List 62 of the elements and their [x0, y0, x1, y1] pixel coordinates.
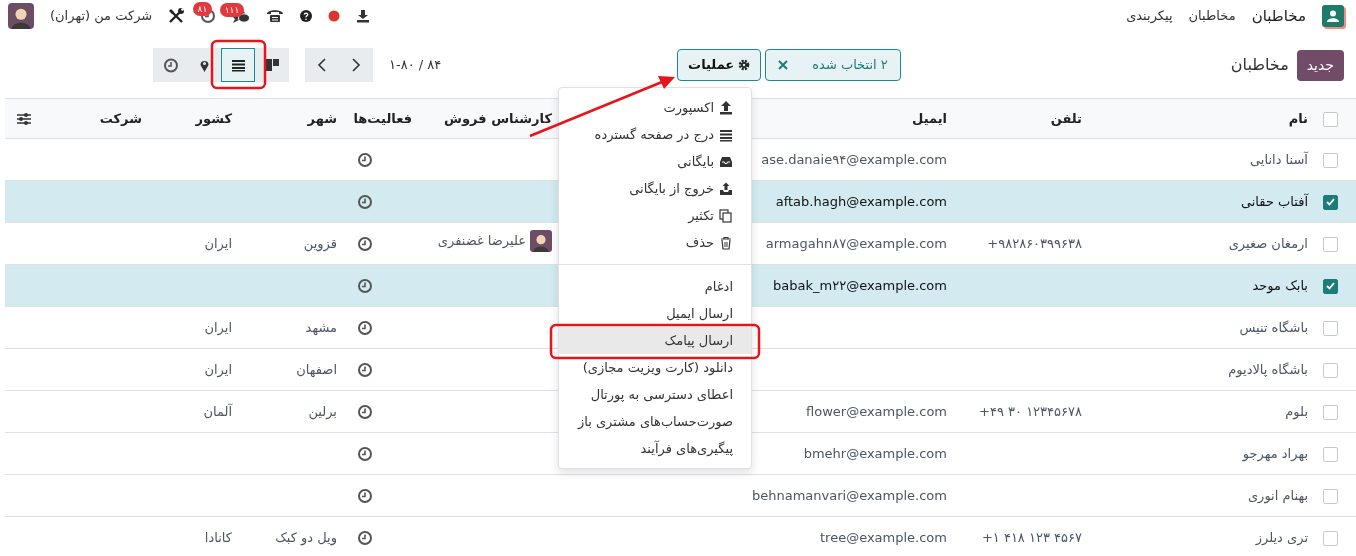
- country-name: کانادا: [204, 529, 232, 545]
- salesperson-name: علیرضا غضنفری: [437, 232, 526, 251]
- country-name: ایران: [204, 361, 232, 377]
- column-header[interactable]: تلفن: [1050, 110, 1082, 126]
- menu-item[interactable]: ادغام: [559, 273, 751, 300]
- email-address: flower@example.com: [806, 402, 947, 421]
- menu-item[interactable]: پیگیری‌های فرآیند: [559, 435, 751, 462]
- contact-name: باشگاه تنیس: [1239, 319, 1308, 335]
- country-name: آلمان: [203, 403, 232, 419]
- email-address: bmehr@example.com: [803, 444, 947, 463]
- contact-name: بلوم: [1285, 403, 1308, 419]
- column-header[interactable]: کشور: [195, 110, 232, 126]
- menu-item[interactable]: تکثیر: [559, 202, 751, 229]
- column-header[interactable]: ایمیل: [912, 110, 947, 126]
- menu-item[interactable]: پیکربندی: [1126, 6, 1173, 26]
- count-badge: ۸۱: [192, 2, 213, 16]
- count-badge: ۱۱۱: [219, 2, 245, 17]
- menu-item[interactable]: صورت‌حساب‌های مشتری باز: [559, 408, 751, 435]
- contact-name: آسنا دانایی: [1250, 151, 1308, 167]
- contact-name: بابک موحد: [1252, 277, 1308, 293]
- menu-item[interactable]: خروج از بایگانی: [559, 175, 751, 202]
- menu-item[interactable]: اعطای دسترسی به پورتال: [559, 381, 751, 408]
- app-title[interactable]: مخاطبان: [1251, 4, 1306, 28]
- contact-name: بهراد مهرجو: [1242, 445, 1308, 461]
- phone-number: +۴۹ ۳۰ ۱۲۳۴۵۶۷۸: [979, 402, 1082, 421]
- column-header[interactable]: نام: [1288, 110, 1308, 126]
- city-name: مشهد: [305, 319, 337, 335]
- menu-item[interactable]: مخاطبان: [1188, 6, 1236, 26]
- menu-item[interactable]: اکسپورت: [559, 94, 751, 121]
- column-header[interactable]: شرکت: [99, 110, 142, 126]
- email-address: ase.danaie۹۴@example.com: [761, 150, 947, 169]
- contact-name: بهنام انوری: [1247, 487, 1308, 503]
- menu-item[interactable]: دانلود (کارت ویزیت مجازی): [559, 354, 751, 381]
- menu-item[interactable]: حذف: [559, 229, 751, 256]
- city-name: برلین: [308, 403, 337, 419]
- breadcrumb-title: مخاطبان: [1230, 54, 1289, 76]
- pager-value[interactable]: ۱-۸۰ / ۸۴: [389, 55, 442, 75]
- selection-button[interactable]: ۲ انتخاب شده: [765, 49, 901, 81]
- city-name: ویل دو کبک: [275, 529, 337, 545]
- city-name: اصفهان: [296, 361, 337, 377]
- phone-number: +۹۸۲۸۶۰۳۹۹۶۳۸: [987, 234, 1082, 253]
- email-address: tree@example.com: [820, 528, 947, 547]
- email-address: aftab.hagh@example.com: [775, 192, 947, 211]
- contact-name: تری دیلرز: [1255, 529, 1308, 545]
- new-button[interactable]: جدید: [1296, 49, 1344, 81]
- actions-button[interactable]: عملیات: [677, 49, 762, 81]
- column-header[interactable]: شهر: [307, 110, 337, 126]
- contact-name: ارمغان صغیری: [1228, 235, 1308, 251]
- email-address: babak_m۲۲@example.com: [773, 276, 947, 295]
- contact-name: آفتاب حقانی: [1240, 193, 1308, 209]
- country-name: ایران: [204, 319, 232, 335]
- city-name: قزوین: [303, 235, 337, 251]
- menu-item[interactable]: درج در صفحه گسترده: [559, 121, 751, 148]
- phone-number: +۱ ۴۱۸ ۱۲۳ ۴۵۶۷: [981, 528, 1082, 547]
- country-name: ایران: [204, 235, 232, 251]
- menu-item[interactable]: ارسال ایمیل: [559, 300, 751, 327]
- email-address: armagahn۸۷@example.com: [765, 234, 947, 253]
- menu-item[interactable]: بایگانی: [559, 148, 751, 175]
- contact-name: باشگاه پالادیوم: [1228, 361, 1308, 377]
- menu-item[interactable]: ارسال پیامک: [559, 327, 751, 354]
- company-switcher[interactable]: شرکت من (تهران): [50, 6, 153, 26]
- email-address: behnamanvari@example.com: [751, 486, 947, 505]
